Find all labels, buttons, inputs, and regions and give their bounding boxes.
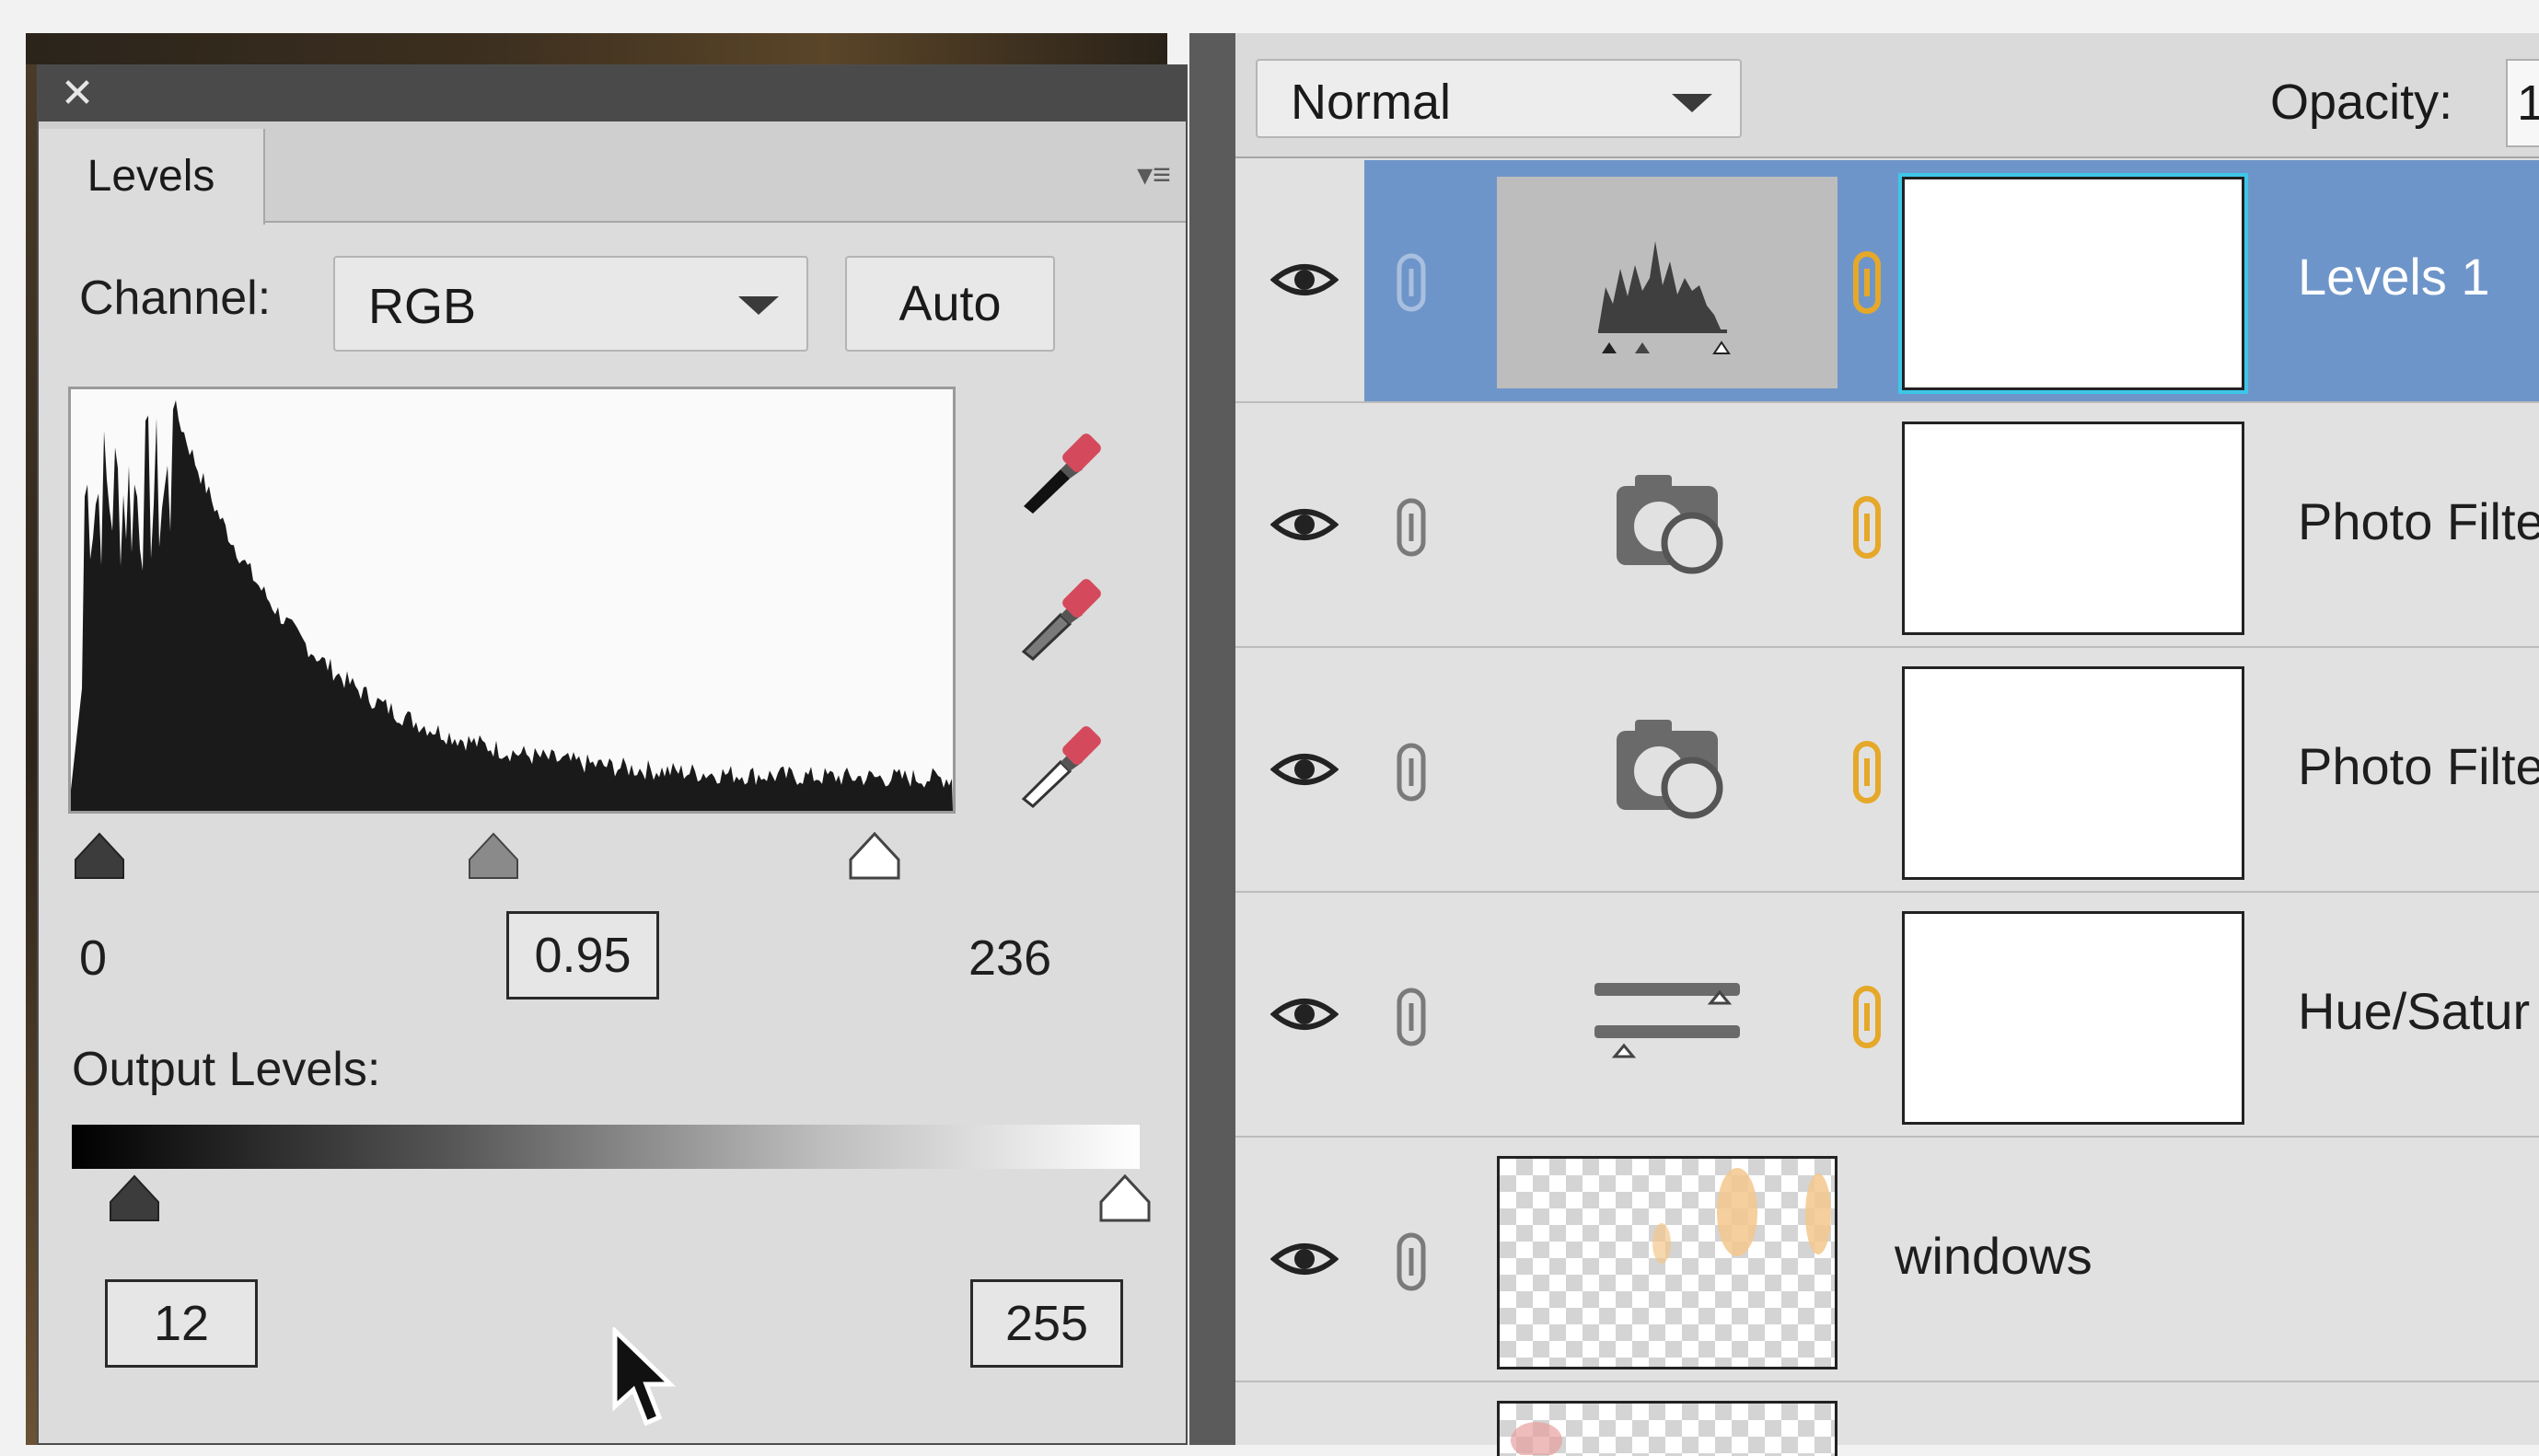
clip-link-icon[interactable] [1390, 252, 1432, 313]
layer-row-hue-saturation[interactable]: Hue/Satur [1235, 895, 2539, 1138]
clip-link-icon[interactable] [1390, 742, 1432, 803]
mask-link-icon[interactable] [1849, 985, 1885, 1049]
layer-mask-thumbnail[interactable] [1902, 177, 2244, 390]
blend-mode-value: Normal [1291, 75, 1452, 130]
mask-link-icon[interactable] [1849, 250, 1885, 315]
clip-link-icon[interactable] [1390, 1231, 1432, 1292]
layers-toolbar: Normal Opacity: 1 [1235, 33, 2539, 158]
tab-levels[interactable]: Levels [39, 129, 265, 225]
eye-icon[interactable] [1270, 1231, 1339, 1287]
panel-divider[interactable] [1189, 33, 1235, 1445]
histogram-graph [71, 399, 953, 811]
layer-row-partial[interactable] [1235, 1384, 2539, 1456]
layer-mask-thumbnail[interactable] [1902, 911, 2244, 1125]
layer-mask-thumbnail[interactable] [1902, 666, 2244, 880]
panel-menu-icon[interactable]: ▾≡ [1116, 158, 1171, 191]
output-levels-label: Output Levels: [72, 1043, 381, 1096]
visibility-cell [1235, 1139, 1364, 1381]
output-black-slider[interactable] [105, 1171, 164, 1226]
output-gradient-bar [72, 1125, 1140, 1169]
layer-row-photo-filter[interactable]: Photo Filte [1235, 650, 2539, 893]
eye-icon[interactable] [1270, 742, 1339, 797]
close-icon[interactable]: ✕ [55, 72, 99, 116]
photo-filter-icon [1497, 422, 1838, 633]
input-black-value[interactable]: 0 [79, 930, 107, 987]
layers-panel: Normal Opacity: 1 Levels 1 Photo Filte P… [1235, 33, 2539, 1456]
clip-link-icon[interactable] [1390, 987, 1432, 1047]
panel-tab-row: Levels ▾≡ [39, 121, 1186, 225]
gray-point-eyedropper-icon[interactable] [1007, 563, 1108, 664]
visibility-cell [1235, 405, 1364, 646]
photo-filter-icon [1497, 666, 1838, 878]
eye-icon[interactable] [1270, 497, 1339, 552]
panel-title-bar[interactable]: ✕ [39, 66, 1186, 121]
opacity-field[interactable]: 1 [2506, 59, 2539, 147]
eye-icon[interactable] [1270, 252, 1339, 307]
levels-panel: ✕ Levels ▾≡ Channel: RGB Auto 0 0.95 236… [37, 64, 1188, 1445]
output-white-slider[interactable] [1096, 1171, 1154, 1226]
layer-thumbnail-windows[interactable] [1497, 1156, 1838, 1369]
layer-mask-thumbnail[interactable] [1902, 422, 2244, 635]
layer-row-photo-filter[interactable]: Photo Filte [1235, 405, 2539, 648]
channel-select[interactable]: RGB [333, 256, 808, 352]
input-gray-field[interactable]: 0.95 [506, 911, 659, 1000]
layer-name[interactable]: Photo Filte [2298, 736, 2539, 796]
output-black-field[interactable]: 12 [105, 1279, 258, 1368]
auto-button[interactable]: Auto [845, 256, 1055, 352]
chevron-down-icon [738, 296, 779, 315]
visibility-cell [1235, 895, 1364, 1136]
eye-icon[interactable] [1270, 987, 1339, 1042]
visibility-cell [1235, 650, 1364, 891]
clip-link-icon[interactable] [1390, 497, 1432, 558]
opacity-label: Opacity: [2270, 75, 2453, 130]
input-black-slider[interactable] [70, 828, 129, 884]
input-white-value[interactable]: 236 [968, 930, 1051, 987]
black-point-eyedropper-icon[interactable] [1007, 418, 1108, 519]
layer-row-levels-1[interactable]: Levels 1 [1235, 160, 2539, 403]
layer-name[interactable]: windows [1895, 1226, 2093, 1286]
layer-thumbnail-partial [1497, 1401, 1838, 1456]
mask-link-icon[interactable] [1849, 740, 1885, 804]
input-white-slider[interactable] [845, 828, 904, 884]
layer-name[interactable]: Hue/Satur [2298, 981, 2530, 1041]
mouse-cursor-icon [612, 1327, 677, 1427]
chevron-down-icon [1672, 94, 1712, 112]
hue-saturation-icon [1497, 911, 1838, 1123]
levels-histogram-icon [1497, 177, 1838, 388]
white-point-eyedropper-icon[interactable] [1007, 711, 1108, 812]
blend-mode-select[interactable]: Normal [1256, 59, 1742, 138]
layer-name[interactable]: Levels 1 [2298, 247, 2490, 306]
layer-name[interactable]: Photo Filte [2298, 491, 2539, 551]
channel-value: RGB [368, 279, 477, 334]
visibility-cell [1235, 160, 1364, 401]
output-white-field[interactable]: 255 [970, 1279, 1123, 1368]
background-photo-strip [26, 33, 1167, 64]
histogram [68, 387, 956, 814]
input-gray-slider[interactable] [464, 828, 523, 884]
channel-label: Channel: [79, 272, 272, 325]
mask-link-icon[interactable] [1849, 495, 1885, 560]
layer-row-windows[interactable]: windows [1235, 1139, 2539, 1382]
